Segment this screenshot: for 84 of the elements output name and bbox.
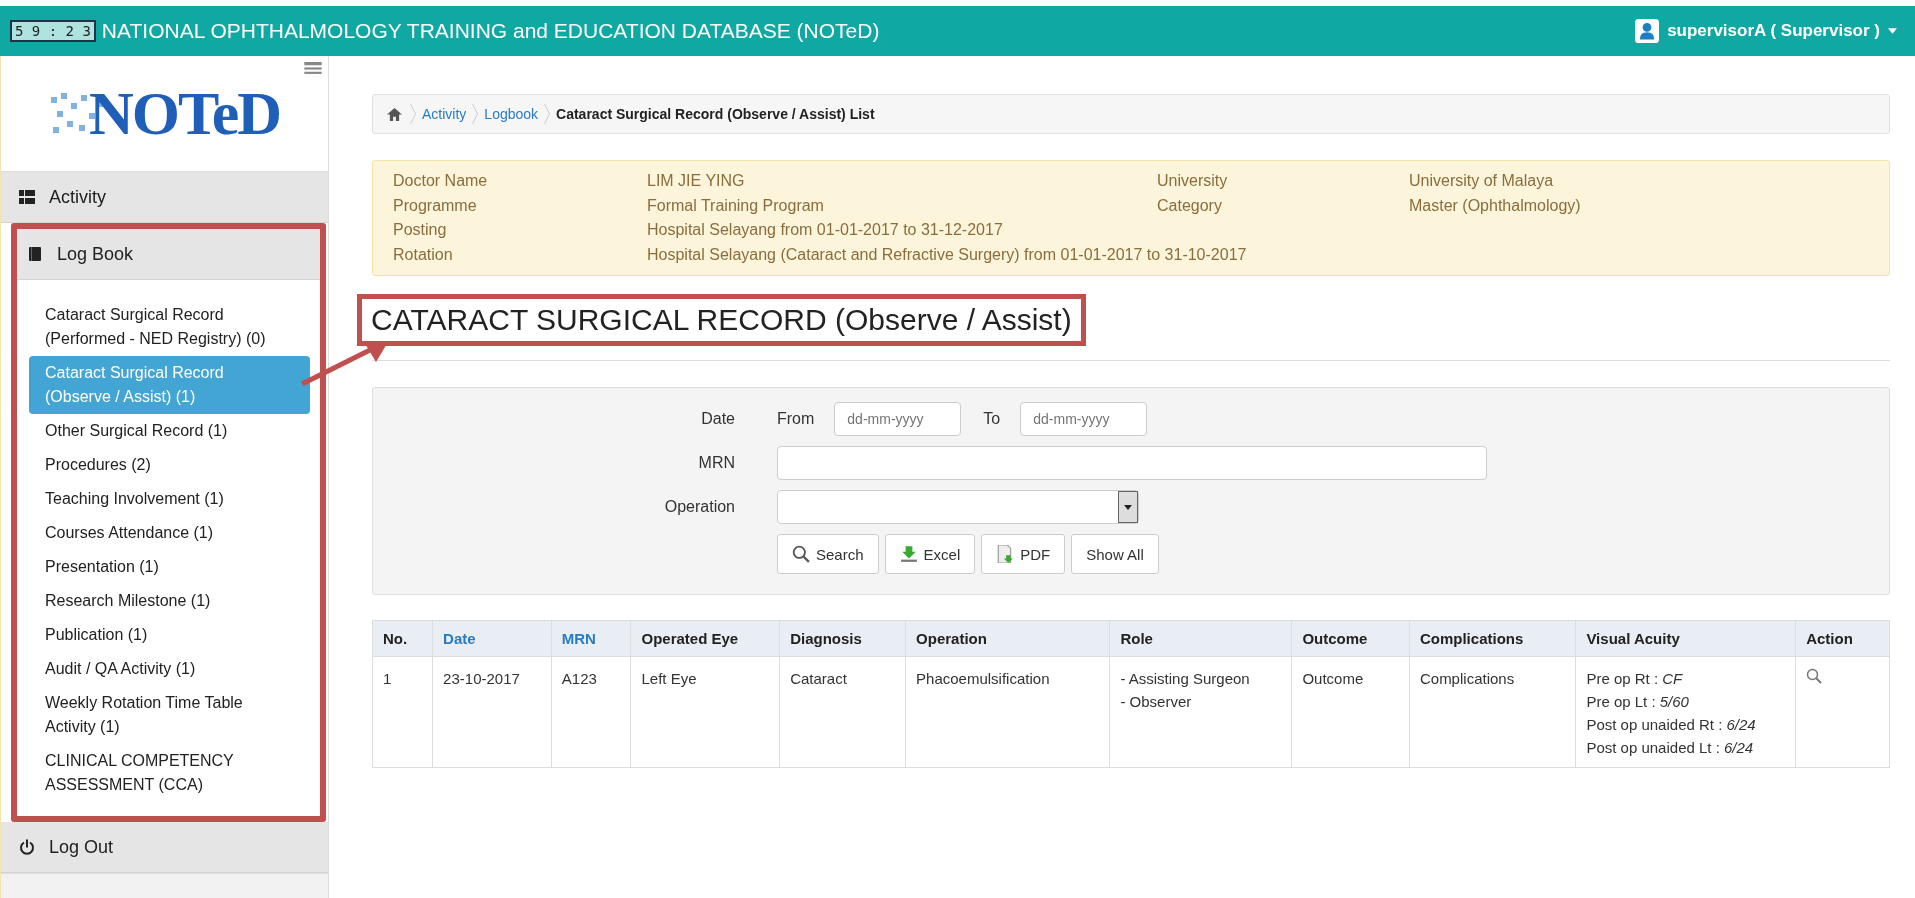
breadcrumb-link[interactable]: Logbook <box>484 106 539 122</box>
document-download-icon <box>996 545 1015 563</box>
sidebar-item[interactable]: Other Surgical Record (1) <box>29 414 310 448</box>
from-date-field[interactable]: dd-mm-yyyy <box>834 402 962 436</box>
action-button[interactable]: Excel <box>884 534 976 574</box>
action-button[interactable]: Search <box>777 534 879 574</box>
countdown-timer: 5 9 : 2 3 <box>10 20 96 42</box>
app-title: NATIONAL OPHTHALMOLOGY TRAINING and EDUCATION DATABASE (NOTeD) <box>101 19 880 43</box>
table-cell: Cataract <box>779 656 906 768</box>
sidebar-item[interactable]: Publication (1) <box>29 618 310 652</box>
acuity-text: Post op unaided Lt : 6/24 <box>1586 738 1755 758</box>
column-header: Visual Acuity <box>1586 630 1680 647</box>
role-text: - Assisting Surgeon <box>1120 669 1251 689</box>
column-header: Operation <box>916 630 987 647</box>
caret-icon <box>1888 28 1897 34</box>
sidebar-item[interactable]: Teaching Involvement (1) <box>29 482 310 516</box>
sidebar-item[interactable]: Weekly Rotation Time Table Activity (1) <box>29 686 310 744</box>
field-label: MRN <box>697 454 736 472</box>
sidebar-item[interactable]: Research Milestone (1) <box>29 584 310 618</box>
field-label: To <box>983 410 1001 428</box>
acuity-text: Pre op Rt : CF <box>1586 669 1684 689</box>
field-label: Date <box>700 410 736 428</box>
table-cell: 23-10-2017 <box>432 656 552 768</box>
info-value: LIM JIE YING <box>647 171 746 191</box>
sidebar-item[interactable]: Presentation (1) <box>29 550 310 584</box>
column-header: Action <box>1806 630 1853 647</box>
column-header: Diagnosis <box>790 630 862 647</box>
noted-logo: NOTeD <box>49 78 280 149</box>
sidebar-item[interactable]: Cataract Surgical Record (Performed - NED Registry) (0) <box>29 298 310 356</box>
breadcrumb-link[interactable]: Activity <box>422 106 467 122</box>
book-icon <box>27 246 43 262</box>
table-cell: Outcome <box>1291 656 1410 768</box>
sidebar-item[interactable]: CLINICAL COMPETENCY ASSESSMENT (CCA) <box>29 744 310 802</box>
sidebar-item[interactable]: Courses Attendance (1) <box>29 516 310 550</box>
info-value: Formal Training Program <box>647 195 825 216</box>
info-label: University <box>1157 171 1229 191</box>
page-heading: CATARACT SURGICAL RECORD (Observe / Assist) <box>357 294 1086 346</box>
sidebar-section[interactable]: Log Out <box>1 822 328 873</box>
to-date-field[interactable]: dd-mm-yyyy <box>1020 402 1148 436</box>
field-label: From <box>777 410 815 428</box>
sidebar-section[interactable]: Activity <box>1 172 328 223</box>
sidebar-item[interactable]: Audit / QA Activity (1) <box>29 652 310 686</box>
user-icon <box>1635 19 1660 43</box>
power-icon <box>19 839 35 855</box>
column-header: Operated Eye <box>641 630 739 647</box>
column-header: Outcome <box>1302 630 1368 647</box>
chevron-icon <box>544 104 551 124</box>
table-cell: 1 <box>372 656 433 768</box>
column-header: No. <box>383 630 408 647</box>
info-label: Category <box>1157 195 1223 216</box>
breadcrumb-current: Cataract Surgical Record (Observe / Assist) List <box>556 106 875 122</box>
download-icon <box>899 545 918 563</box>
chevron-icon <box>472 104 479 124</box>
menu-icon[interactable] <box>304 62 322 75</box>
info-value: Master (Ophthalmology) <box>1409 195 1581 216</box>
column-header[interactable]: Date <box>443 630 476 647</box>
info-value: University of Malaya <box>1409 171 1554 191</box>
column-header: Role <box>1120 630 1153 647</box>
info-label: Posting <box>393 220 448 240</box>
info-label: Doctor Name <box>393 171 489 191</box>
table-cell: Complications <box>1409 656 1576 768</box>
sidebar-section[interactable]: Log Book <box>17 229 320 280</box>
info-value: Hospital Selayang from 01-01-2017 to 31-12-2017 <box>647 220 1004 240</box>
table-cell: Phacoemulsification <box>905 656 1110 768</box>
home-icon[interactable] <box>387 107 402 121</box>
action-button[interactable]: Show All <box>1071 534 1159 574</box>
column-header: Complications <box>1419 630 1524 647</box>
grid-icon <box>19 189 35 205</box>
search-icon[interactable] <box>1806 668 1823 684</box>
action-button[interactable]: PDF <box>981 534 1066 574</box>
role-text: - Observer <box>1120 692 1193 712</box>
info-value: Hospital Selayang (Cataract and Refractive Surgery) from 01-01-2017 to 31-10-2017 <box>647 244 1247 265</box>
search-icon <box>792 545 810 563</box>
table-cell: A123 <box>551 656 631 768</box>
mrn-field[interactable] <box>777 446 1487 480</box>
table-cell: Left Eye <box>631 656 780 768</box>
field-label: Operation <box>663 498 736 516</box>
info-label: Programme <box>393 195 478 216</box>
info-label: Rotation <box>393 244 454 265</box>
sidebar-item[interactable]: Procedures (2) <box>29 448 310 482</box>
caret-icon <box>1118 491 1138 523</box>
acuity-text: Post op unaided Rt : 6/24 <box>1586 715 1757 735</box>
acuity-text: Pre op Lt : 5/60 <box>1586 692 1690 712</box>
chevron-icon <box>410 104 416 124</box>
